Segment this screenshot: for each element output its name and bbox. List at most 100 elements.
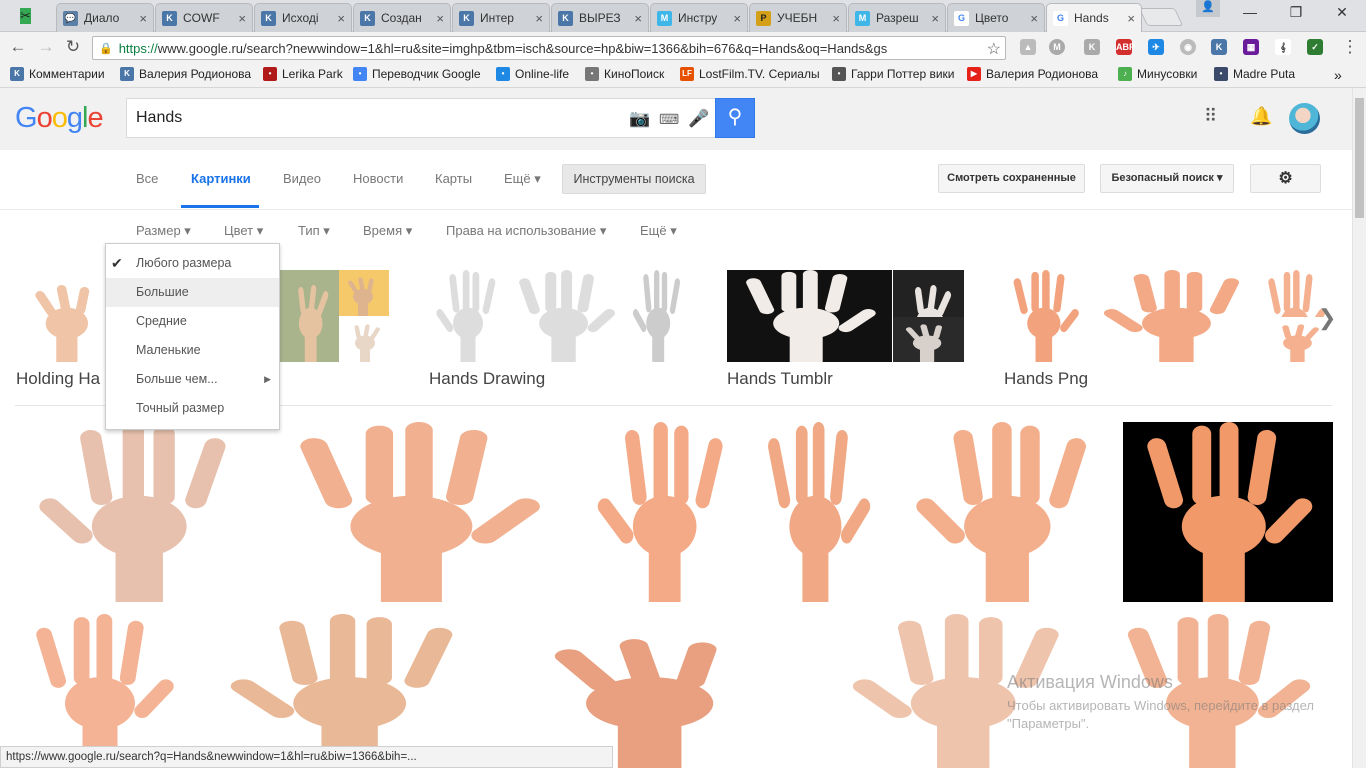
browser-tab[interactable]: P УЧЕБН × <box>749 3 847 32</box>
close-icon[interactable]: × <box>535 11 543 26</box>
vk-extension-icon[interactable]: K <box>1211 39 1227 55</box>
keyboard-icon[interactable]: ⌨ <box>659 111 679 128</box>
suggestion-thumbnail[interactable] <box>280 270 339 362</box>
bookmark-item[interactable]: • Madre Puta <box>1214 67 1295 81</box>
browser-tab[interactable]: K Исході × <box>254 3 352 32</box>
suggestion-thumbnail[interactable] <box>627 270 687 362</box>
size-option[interactable]: ✔ Любого размера <box>106 249 279 278</box>
size-option[interactable]: Средние <box>106 307 279 336</box>
reload-icon[interactable]: ↻ <box>63 37 83 57</box>
image-result[interactable] <box>895 422 1111 602</box>
filter-2[interactable]: Тип ▾ <box>298 223 330 239</box>
safesearch-button[interactable]: Безопасный поиск ▾ <box>1100 164 1234 193</box>
image-result[interactable] <box>497 614 815 768</box>
browser-tab[interactable]: G Hands × <box>1046 3 1142 32</box>
suggestion-thumbnail[interactable] <box>429 270 504 362</box>
suggestion-label[interactable]: Holding Ha <box>16 369 100 389</box>
suggestion-thumbnail[interactable] <box>1087 270 1259 362</box>
filter-5[interactable]: Ещё ▾ <box>640 223 677 239</box>
close-window-button[interactable]: ✕ <box>1322 4 1362 24</box>
browser-tab[interactable]: K ВЫРЕЗ × <box>551 3 649 32</box>
bookmark-item[interactable]: K Комментарии <box>10 67 105 81</box>
close-icon[interactable]: × <box>139 11 147 26</box>
bookmark-star-icon[interactable]: ☆ <box>987 39 1001 59</box>
size-option[interactable]: Больше чем... ▶ <box>106 365 279 394</box>
filter-0[interactable]: Размер ▾ <box>136 223 191 239</box>
size-option[interactable]: Большие <box>106 278 279 307</box>
page-scrollbar[interactable] <box>1352 88 1366 768</box>
globe-extension-icon[interactable]: ◉ <box>1180 39 1196 55</box>
back-arrow-icon[interactable]: ← <box>8 37 28 57</box>
size-option[interactable]: Точный размер <box>106 394 279 423</box>
bookmark-item[interactable]: • Переводчик Google <box>353 67 481 81</box>
tab-5[interactable]: Ещё ▾ <box>504 171 541 187</box>
bookmark-item[interactable]: • Гарри Поттер вики <box>832 67 955 81</box>
browser-tab[interactable]: K Создан × <box>353 3 451 32</box>
browser-tab[interactable]: G Цвето × <box>947 3 1045 32</box>
close-icon[interactable]: × <box>832 11 840 26</box>
close-icon[interactable]: × <box>1127 11 1135 26</box>
microphone-icon[interactable]: 🎤 <box>688 109 709 129</box>
profile-icon[interactable]: 👤 <box>1196 0 1220 17</box>
apps-grid-icon[interactable]: ⠿ <box>1204 106 1217 127</box>
address-bar[interactable]: 🔒 https:// www.google.ru/search?newwindo… <box>92 36 1006 60</box>
suggestion-label[interactable]: Hands Png <box>1004 369 1088 389</box>
search-tools-button[interactable]: Инструменты поиска <box>562 164 706 194</box>
browser-tab[interactable]: K Интер × <box>452 3 550 32</box>
browser-tab[interactable]: M Разреш × <box>848 3 946 32</box>
notifications-bell-icon[interactable]: 🔔 <box>1250 106 1272 127</box>
browser-tab[interactable]: K COWF × <box>155 3 253 32</box>
image-result[interactable] <box>1123 422 1333 602</box>
bookmark-item[interactable]: ♪ Минусовки <box>1118 67 1197 81</box>
filter-3[interactable]: Время ▾ <box>363 223 412 239</box>
filter-4[interactable]: Права на использование ▾ <box>446 223 606 239</box>
saved-images-button[interactable]: Смотреть сохраненные <box>938 164 1085 193</box>
image-result[interactable] <box>16 614 191 768</box>
suggestion-thumbnail[interactable] <box>1004 270 1087 362</box>
bird-extension-icon[interactable]: ✈ <box>1148 39 1164 55</box>
camera-icon[interactable]: 📷 <box>629 109 650 129</box>
close-icon[interactable]: × <box>238 11 246 26</box>
chevron-right-icon[interactable]: ❯ <box>1318 305 1336 331</box>
tab-0[interactable]: Все <box>136 171 158 186</box>
suggestion-thumbnail[interactable] <box>893 317 964 362</box>
bookmark-item[interactable]: • Online-life <box>496 67 569 81</box>
google-logo[interactable]: Google <box>15 102 104 135</box>
image-result[interactable] <box>582 422 741 602</box>
app-logo-icon[interactable]: ✂ <box>20 8 31 24</box>
search-input[interactable] <box>136 107 606 129</box>
close-icon[interactable]: × <box>931 11 939 26</box>
avatar[interactable] <box>1289 103 1320 134</box>
new-tab-button[interactable] <box>1138 8 1184 26</box>
shield-extension-icon[interactable]: ✓ <box>1307 39 1323 55</box>
image-result[interactable] <box>265 422 570 602</box>
browser-tab[interactable]: M Инстру × <box>650 3 748 32</box>
suggestion-thumbnail[interactable] <box>339 270 389 316</box>
drive-extension-icon[interactable]: ▲ <box>1020 39 1036 55</box>
close-icon[interactable]: × <box>634 11 642 26</box>
tab-4[interactable]: Карты <box>435 171 472 186</box>
image-result[interactable] <box>203 614 485 768</box>
restore-button[interactable]: ❐ <box>1276 4 1316 24</box>
image-result[interactable] <box>16 422 253 602</box>
close-icon[interactable]: × <box>733 11 741 26</box>
size-option[interactable]: Маленькие <box>106 336 279 365</box>
treble-clef-icon[interactable]: 𝄞 <box>1275 39 1291 55</box>
settings-gear-icon[interactable]: ⚙ <box>1250 164 1321 193</box>
bookmark-item[interactable]: LF LostFilm.TV. Сериалы <box>680 67 820 81</box>
close-icon[interactable]: × <box>1030 11 1038 26</box>
m-extension-icon[interactable]: M <box>1049 39 1065 55</box>
suggestion-thumbnail[interactable] <box>505 270 627 362</box>
browser-tab[interactable]: 💬 Диало × <box>56 3 154 32</box>
tab-3[interactable]: Новости <box>353 171 403 186</box>
close-icon[interactable]: × <box>337 11 345 26</box>
bookmark-item[interactable]: K Валерия Родионова <box>120 67 251 81</box>
search-button[interactable]: ⚲ <box>715 98 755 138</box>
tab-2[interactable]: Видео <box>283 171 321 186</box>
scrollbar-thumb[interactable] <box>1355 98 1364 218</box>
suggestion-thumbnail[interactable] <box>727 270 892 362</box>
menu-dots-icon[interactable]: ⋮ <box>1340 37 1360 57</box>
bookmark-item[interactable]: • КиноПоиск <box>585 67 664 81</box>
filter-1[interactable]: Цвет ▾ <box>224 223 263 239</box>
suggestion-label[interactable]: Hands Drawing <box>429 369 545 389</box>
